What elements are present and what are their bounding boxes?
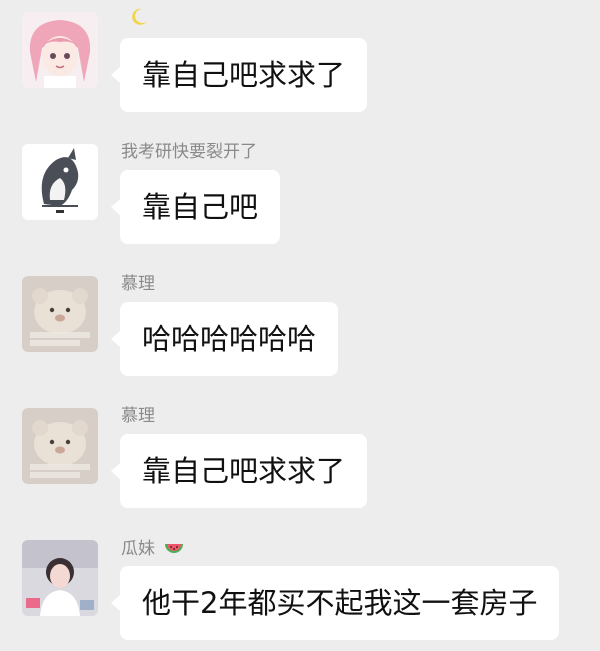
avatar[interactable] xyxy=(22,276,98,352)
message-text: 哈哈哈哈哈哈 xyxy=(142,322,317,356)
message-bubble[interactable]: 哈哈哈哈哈哈 xyxy=(110,302,339,376)
message-bubble[interactable]: 靠自己吧求求了 xyxy=(110,434,368,508)
watermelon-icon xyxy=(165,544,184,553)
message-text: 靠自己吧求求了 xyxy=(142,58,346,92)
message-bubble[interactable]: 靠自己吧 xyxy=(110,170,281,244)
avatar[interactable] xyxy=(22,12,98,88)
avatar[interactable] xyxy=(22,408,98,484)
moon-icon xyxy=(132,8,147,25)
message-text: 他干2年都买不起我这一套房子 xyxy=(142,586,538,620)
message-bubble[interactable]: 靠自己吧求求了 xyxy=(110,38,368,112)
message-text: 靠自己吧求求了 xyxy=(142,454,346,488)
sender-name: 慕理 xyxy=(121,274,155,294)
message-bubble[interactable]: 他干2年都买不起我这一套房子 xyxy=(110,566,560,640)
avatar[interactable] xyxy=(22,540,98,616)
message-text: 靠自己吧 xyxy=(142,190,259,224)
avatar[interactable] xyxy=(22,144,98,220)
sender-name: 我考研快要裂开了 xyxy=(121,142,257,162)
sender-name: 慕理 xyxy=(121,406,155,426)
sender-name-row: 瓜妹 xyxy=(121,538,184,560)
sender-name: 瓜妹 xyxy=(121,539,155,559)
